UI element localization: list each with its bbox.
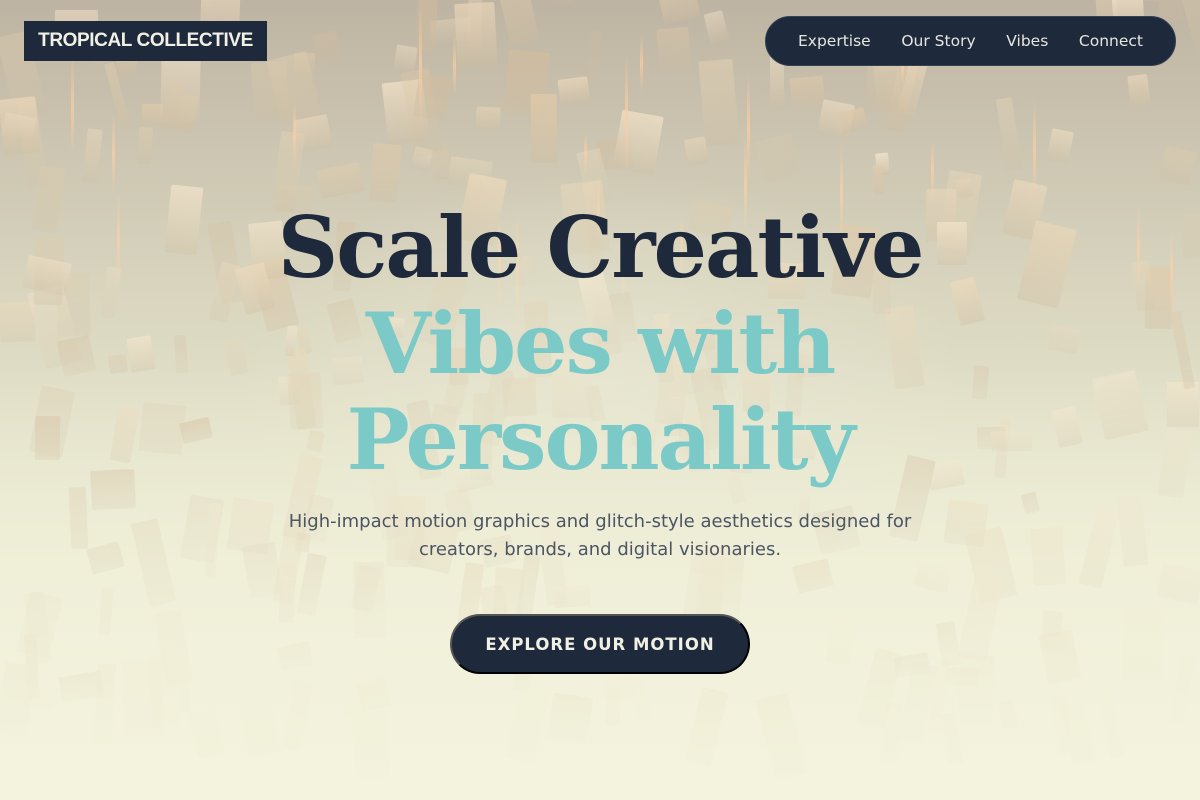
nav-item-connect[interactable]: Connect bbox=[1079, 32, 1143, 50]
brand-logo[interactable]: TROPICAL COLLECTIVE bbox=[24, 21, 267, 61]
nav-item-expertise[interactable]: Expertise bbox=[798, 32, 871, 50]
hero-subtitle: High-impact motion graphics and glitch-s… bbox=[0, 508, 1200, 564]
subtitle-line-1: High-impact motion graphics and glitch-s… bbox=[288, 511, 912, 532]
brand-name: TROPICAL COLLECTIVE bbox=[38, 30, 253, 51]
nav-item-our-story[interactable]: Our Story bbox=[901, 32, 975, 50]
headline-line-2: Vibes with bbox=[365, 294, 836, 393]
subtitle-line-2: creators, brands, and digital visionarie… bbox=[418, 539, 782, 560]
hero-headline: Scale Creative Vibes with Personality bbox=[0, 200, 1200, 488]
main-nav: Expertise Our Story Vibes Connect bbox=[765, 16, 1176, 66]
headline-line-3: Personality bbox=[346, 390, 856, 489]
nav-item-vibes[interactable]: Vibes bbox=[1006, 32, 1048, 50]
headline-line-1: Scale Creative bbox=[277, 198, 925, 297]
explore-motion-button[interactable]: EXPLORE OUR MOTION bbox=[450, 614, 750, 674]
hero-section: Scale Creative Vibes with Personality Hi… bbox=[0, 200, 1200, 564]
